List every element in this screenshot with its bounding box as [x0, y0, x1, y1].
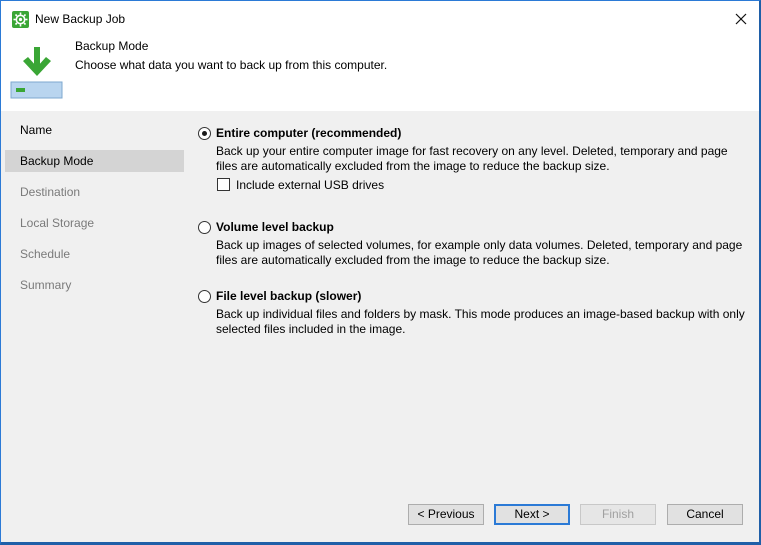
- title-bar: New Backup Job: [1, 1, 759, 37]
- wizard-steps-sidebar: Name Backup Mode Destination Local Stora…: [1, 111, 184, 488]
- volume-level-label[interactable]: Volume level backup: [216, 220, 334, 234]
- step-destination: Destination: [20, 185, 81, 199]
- step-summary: Summary: [20, 278, 72, 292]
- finish-button: Finish: [580, 504, 656, 525]
- backup-job-window: New Backup Job Backup Mode Choose what d…: [0, 0, 761, 545]
- page-title: Backup Mode: [75, 39, 149, 53]
- volume-level-radio[interactable]: [198, 221, 211, 234]
- backup-mode-panel: Entire computer (recommended) Back up yo…: [184, 111, 759, 488]
- previous-button[interactable]: < Previous: [408, 504, 484, 525]
- window-title: New Backup Job: [35, 12, 126, 26]
- file-level-desc-line1: Back up individual files and folders by …: [216, 307, 745, 321]
- entire-computer-desc-line1: Back up your entire computer image for f…: [216, 144, 728, 158]
- next-button[interactable]: Next >: [494, 504, 570, 525]
- cancel-button[interactable]: Cancel: [667, 504, 743, 525]
- step-local-storage: Local Storage: [20, 216, 95, 230]
- close-button[interactable]: [728, 6, 754, 32]
- file-level-radio[interactable]: [198, 290, 211, 303]
- step-backup-mode[interactable]: Backup Mode: [5, 150, 184, 172]
- include-usb-label[interactable]: Include external USB drives: [236, 178, 384, 192]
- download-to-drive-icon: [10, 45, 64, 101]
- volume-level-desc-line1: Back up images of selected volumes, for …: [216, 238, 743, 252]
- app-gear-icon: [12, 11, 29, 28]
- file-level-desc-line2: selected files included in the image.: [216, 322, 406, 336]
- wizard-header: Backup Mode Choose what data you want to…: [1, 37, 759, 111]
- step-name[interactable]: Name: [5, 119, 184, 141]
- entire-computer-desc-line2: files are automatically excluded from th…: [216, 159, 610, 173]
- step-schedule: Schedule: [20, 247, 71, 261]
- include-usb-checkbox[interactable]: [217, 178, 230, 191]
- close-icon: [735, 13, 747, 25]
- wizard-footer: < Previous Next > Finish Cancel: [1, 488, 759, 542]
- radio-selected-dot: [202, 131, 207, 136]
- volume-level-desc-line2: files are automatically excluded from th…: [216, 253, 610, 267]
- file-level-label[interactable]: File level backup (slower): [216, 289, 361, 303]
- entire-computer-label[interactable]: Entire computer (recommended): [216, 126, 401, 140]
- entire-computer-radio[interactable]: [198, 127, 211, 140]
- page-subtitle: Choose what data you want to back up fro…: [75, 58, 388, 72]
